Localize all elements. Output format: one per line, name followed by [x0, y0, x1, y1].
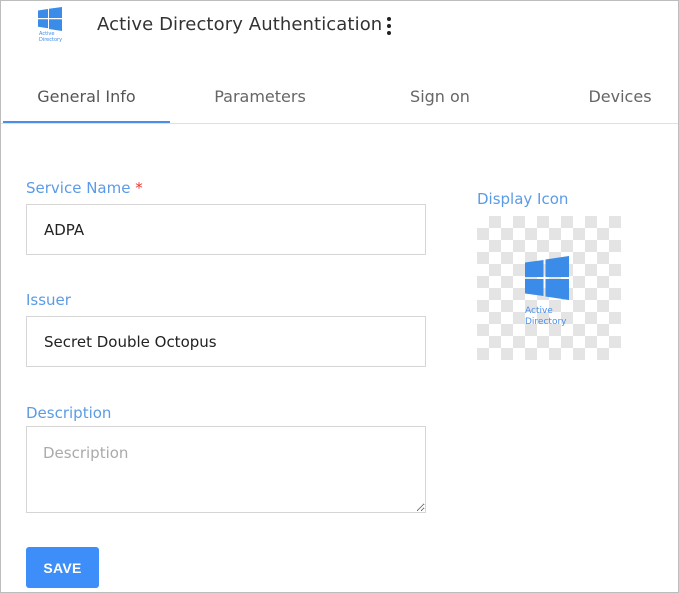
app-frame: Active Directory Active Directory Authen…: [0, 0, 679, 593]
tab-sign-on[interactable]: Sign on: [359, 71, 521, 123]
page-title: Active Directory Authentication: [97, 14, 383, 35]
service-name-label: Service Name *: [26, 179, 143, 197]
windows-logo-icon: Active Directory: [37, 7, 67, 47]
display-icon-preview[interactable]: Active Directory: [477, 216, 621, 360]
kebab-menu-icon[interactable]: [379, 15, 399, 37]
kebab-dot: [387, 17, 391, 21]
tab-parameters[interactable]: Parameters: [179, 71, 341, 123]
description-textarea[interactable]: [26, 426, 426, 513]
preview-logo-text-line1: Active: [525, 306, 553, 316]
issuer-input[interactable]: [26, 316, 426, 367]
service-name-label-text: Service Name: [26, 179, 131, 197]
tab-bar: General Info Parameters Sign on Devices: [1, 71, 678, 124]
description-label: Description: [26, 404, 112, 422]
logo-text-line2: Directory: [39, 36, 63, 43]
kebab-dot: [387, 24, 391, 28]
tab-general-info[interactable]: General Info: [3, 71, 170, 123]
preview-logo-text-line2: Directory: [525, 317, 567, 327]
tab-devices[interactable]: Devices: [561, 71, 679, 123]
windows-logo-icon: Active Directory: [524, 256, 574, 327]
kebab-dot: [387, 31, 391, 35]
required-mark: *: [135, 179, 143, 197]
service-name-input[interactable]: [26, 204, 426, 255]
save-button[interactable]: SAVE: [26, 547, 99, 588]
display-icon-label: Display Icon: [477, 190, 569, 208]
issuer-label: Issuer: [26, 291, 71, 309]
header: Active Directory Active Directory Authen…: [1, 1, 678, 61]
